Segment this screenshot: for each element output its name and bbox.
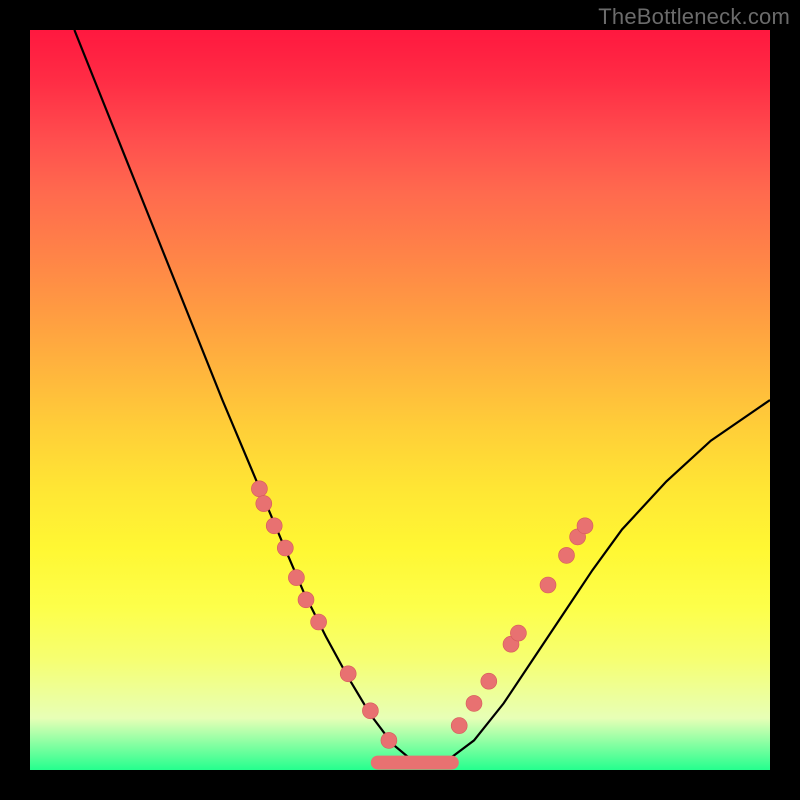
data-marker	[466, 695, 482, 711]
data-markers	[251, 481, 593, 749]
data-marker	[256, 496, 272, 512]
chart-overlay	[30, 30, 770, 770]
chart-frame: TheBottleneck.com	[0, 0, 800, 800]
data-marker	[510, 625, 526, 641]
data-marker	[451, 718, 467, 734]
data-marker	[266, 518, 282, 534]
data-marker	[559, 547, 575, 563]
data-marker	[540, 577, 556, 593]
data-marker	[577, 518, 593, 534]
data-marker	[362, 703, 378, 719]
data-marker	[277, 540, 293, 556]
data-marker	[481, 673, 497, 689]
plot-area	[30, 30, 770, 770]
data-marker	[311, 614, 327, 630]
data-marker	[381, 732, 397, 748]
watermark-text: TheBottleneck.com	[598, 4, 790, 30]
bottleneck-curve	[74, 30, 770, 763]
data-marker	[251, 481, 267, 497]
data-marker	[340, 666, 356, 682]
data-marker	[298, 592, 314, 608]
data-marker	[288, 570, 304, 586]
